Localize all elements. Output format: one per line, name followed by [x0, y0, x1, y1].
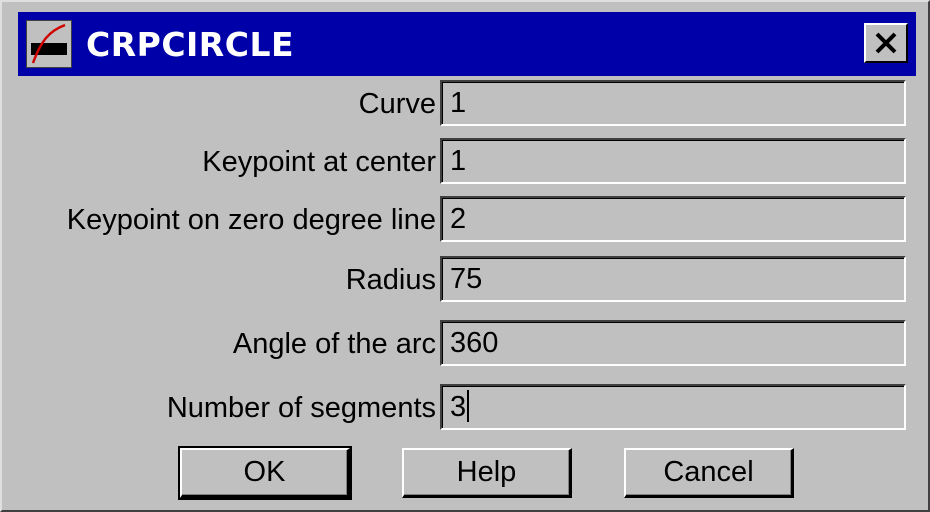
window-title: CRPCIRCLE [86, 24, 295, 64]
crpcircle-dialog: CRPCIRCLE Curve 1 Keypoint at center 1 K… [0, 0, 930, 512]
field-row-radius: Radius 75 [2, 252, 930, 308]
segments-label: Number of segments [166, 391, 436, 424]
field-row-segments: Number of segments 3 [2, 380, 930, 436]
arc-angle-input[interactable]: 360 [440, 320, 906, 366]
curve-icon[interactable] [26, 20, 72, 68]
keypoint-center-label: Keypoint at center [202, 145, 436, 178]
title-bar[interactable]: CRPCIRCLE [18, 12, 916, 76]
close-button[interactable] [864, 23, 908, 63]
text-caret [467, 390, 470, 423]
cancel-button[interactable]: Cancel [624, 448, 794, 498]
field-row-arc-angle: Angle of the arc 360 [2, 316, 930, 372]
keypoint-center-input[interactable]: 1 [440, 138, 906, 184]
arc-angle-label: Angle of the arc [232, 327, 436, 360]
segments-value: 3 [450, 391, 467, 423]
field-row-curve: Curve 1 [2, 76, 930, 132]
keypoint-zero-line-label: Keypoint on zero degree line [66, 203, 436, 236]
segments-input[interactable]: 3 [440, 384, 906, 430]
close-icon [875, 32, 897, 54]
curve-label: Curve [358, 87, 436, 120]
radius-input[interactable]: 75 [440, 256, 906, 302]
keypoint-zero-line-input[interactable]: 2 [440, 196, 906, 242]
curve-input[interactable]: 1 [440, 80, 906, 126]
field-row-keypoint-zero-line: Keypoint on zero degree line 2 [2, 192, 930, 248]
ok-button[interactable]: OK [178, 446, 352, 500]
field-row-keypoint-center: Keypoint at center 1 [2, 134, 930, 190]
help-button[interactable]: Help [402, 448, 572, 498]
radius-label: Radius [345, 263, 436, 296]
